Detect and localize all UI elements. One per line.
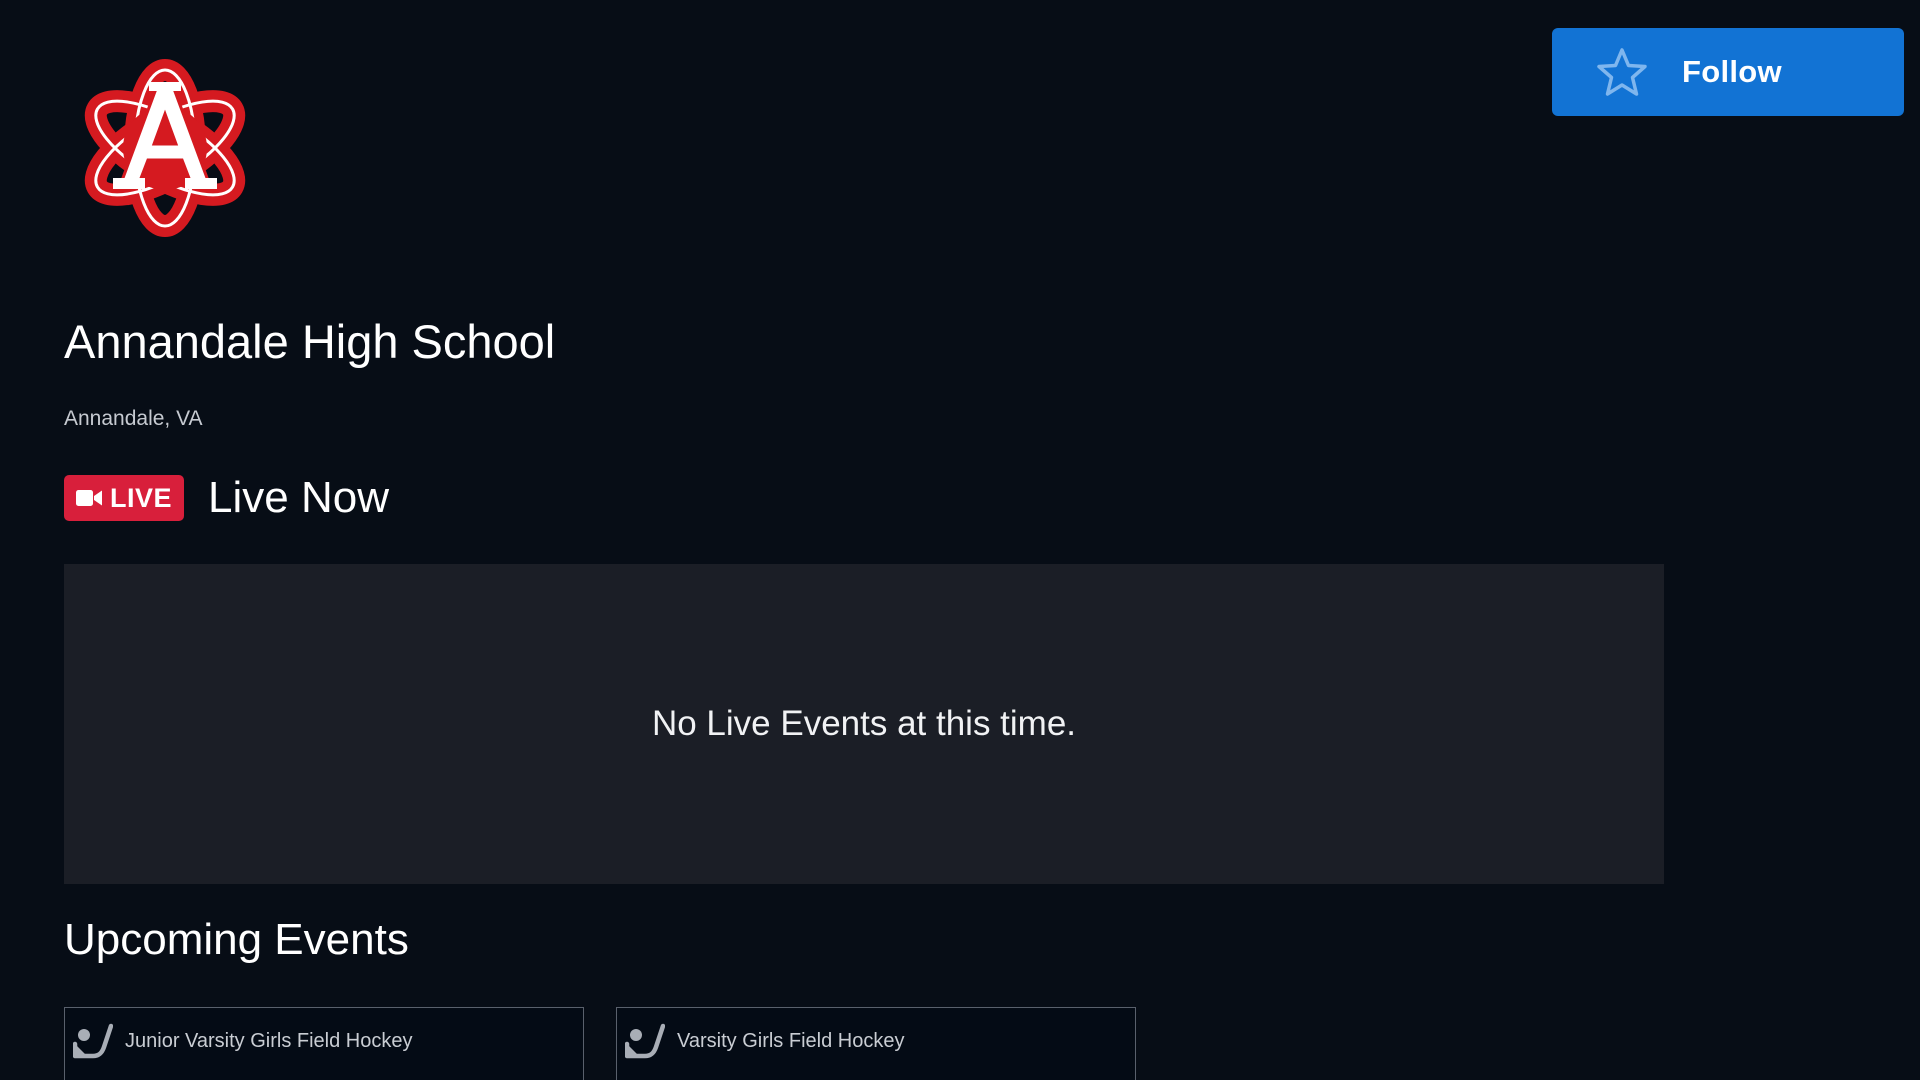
follow-button-label: Follow (1682, 54, 1782, 89)
live-badge: LIVE (64, 475, 184, 521)
follow-button[interactable]: Follow (1552, 28, 1904, 116)
no-live-events-message: No Live Events at this time. (651, 704, 1077, 743)
star-icon (1597, 48, 1647, 96)
school-logo-icon (84, 59, 246, 237)
upcoming-events-title: Upcoming Events (64, 915, 409, 964)
school-page: Follow Annandale High School Annandale, … (0, 0, 1920, 1080)
event-name: Varsity Girls Field Hockey (677, 1030, 905, 1052)
field-hockey-icon (73, 1023, 113, 1059)
event-card-varsity-girls-field-hockey[interactable]: Varsity Girls Field Hockey (616, 1007, 1136, 1080)
field-hockey-icon (625, 1023, 665, 1059)
video-camera-icon (75, 490, 102, 506)
event-name: Junior Varsity Girls Field Hockey (125, 1030, 413, 1052)
live-now-header: LIVE Live Now (64, 470, 389, 526)
live-badge-label: LIVE (109, 482, 172, 513)
school-location: Annandale, VA (64, 407, 203, 430)
live-now-title: Live Now (208, 473, 389, 522)
live-events-panel: No Live Events at this time. (64, 564, 1664, 884)
event-card-jv-girls-field-hockey[interactable]: Junior Varsity Girls Field Hockey (64, 1007, 584, 1080)
school-name: Annandale High School (64, 315, 556, 368)
